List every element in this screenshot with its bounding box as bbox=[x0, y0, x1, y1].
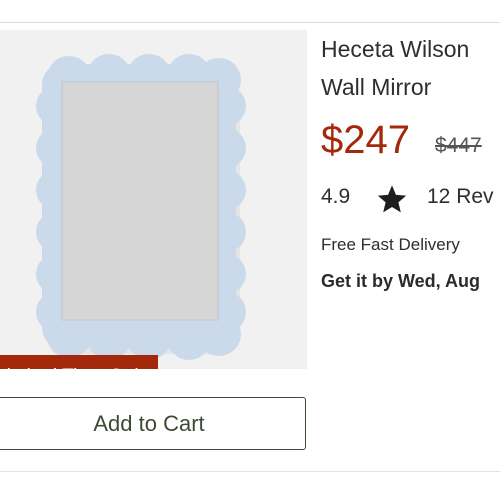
product-title-line-2[interactable]: Wall Mirror bbox=[321, 74, 431, 101]
top-divider bbox=[0, 22, 500, 23]
sale-price: $247 bbox=[321, 118, 410, 162]
product-title-line-1[interactable]: Heceta Wilson bbox=[321, 36, 469, 63]
star-icon bbox=[377, 185, 407, 213]
product-image[interactable]: Limited Time Only bbox=[0, 30, 307, 369]
mirror-glass bbox=[62, 82, 218, 320]
original-price: $447 bbox=[435, 134, 482, 157]
product-info: Heceta Wilson Wall Mirror $247 $447 4.9 … bbox=[321, 30, 500, 470]
mirror-illustration bbox=[36, 54, 246, 360]
delivery-date: Get it by Wed, Aug bbox=[321, 271, 481, 291]
bottom-divider bbox=[0, 471, 500, 472]
delivery-label: Free Fast Delivery bbox=[321, 235, 460, 254]
rating-value: 4.9 bbox=[321, 185, 351, 208]
limited-time-badge: Limited Time Only bbox=[0, 355, 158, 369]
add-to-cart-button[interactable]: Add to Cart bbox=[0, 397, 306, 450]
review-count-link[interactable]: 12 Rev bbox=[427, 185, 494, 209]
